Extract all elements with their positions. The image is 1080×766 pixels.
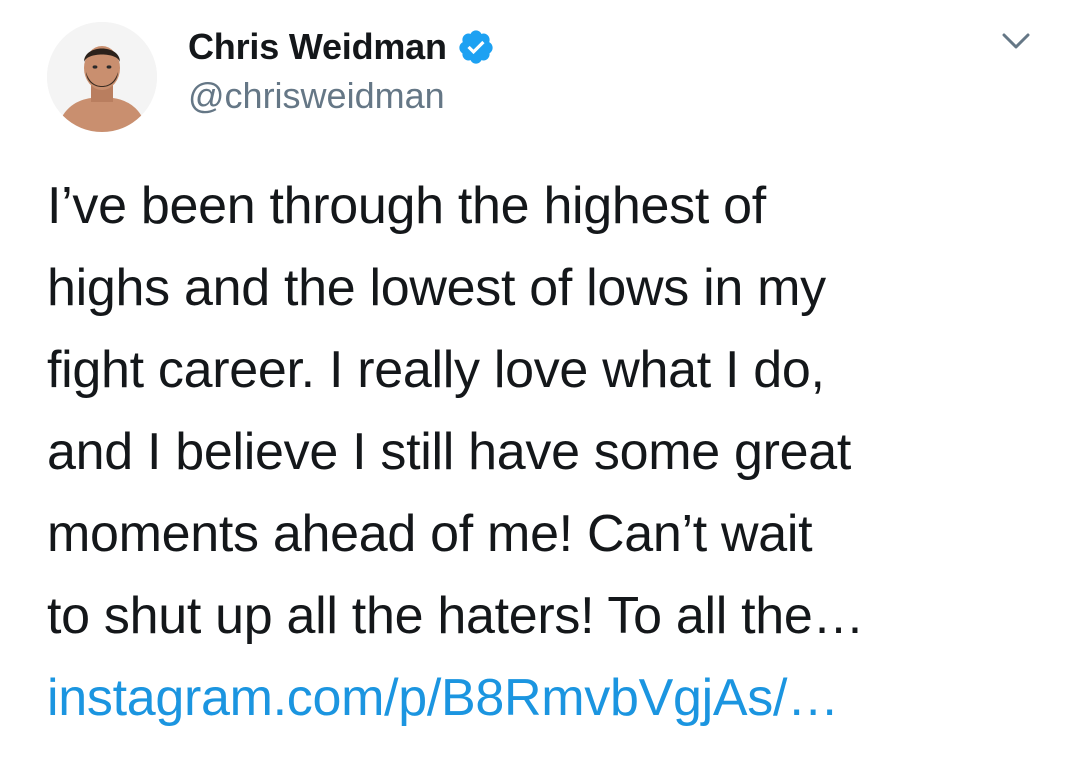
tweet-link[interactable]: instagram.com/p/B8RmvbVgjAs/… [47,657,1057,739]
tweet-text: I’ve been through the highest of highs a… [47,165,1057,739]
tweet-text-line: and I believe I still have some great [47,423,852,481]
tweet-text-line: fight career. I really love what I do, [47,341,825,399]
tweet-text-line: highs and the lowest of lows in my [47,259,826,317]
tweet-text-line: to shut up all the haters! To all the… [47,587,865,645]
verified-badge-icon [459,30,493,64]
avatar[interactable] [47,22,157,132]
author-name-row: Chris Weidman [188,22,495,72]
tweet-card: Chris Weidman @chrisweidman I’ve been th… [0,0,1080,766]
author-display-name[interactable]: Chris Weidman [188,22,447,72]
author-handle[interactable]: @chrisweidman [188,74,495,118]
tweet-text-line: moments ahead of me! Can’t wait [47,505,813,563]
tweet-author[interactable]: Chris Weidman @chrisweidman [188,22,495,118]
tweet-text-line: I’ve been through the highest of [47,177,766,235]
avatar-portrait-icon [47,22,157,132]
chevron-down-icon[interactable] [997,26,1035,56]
